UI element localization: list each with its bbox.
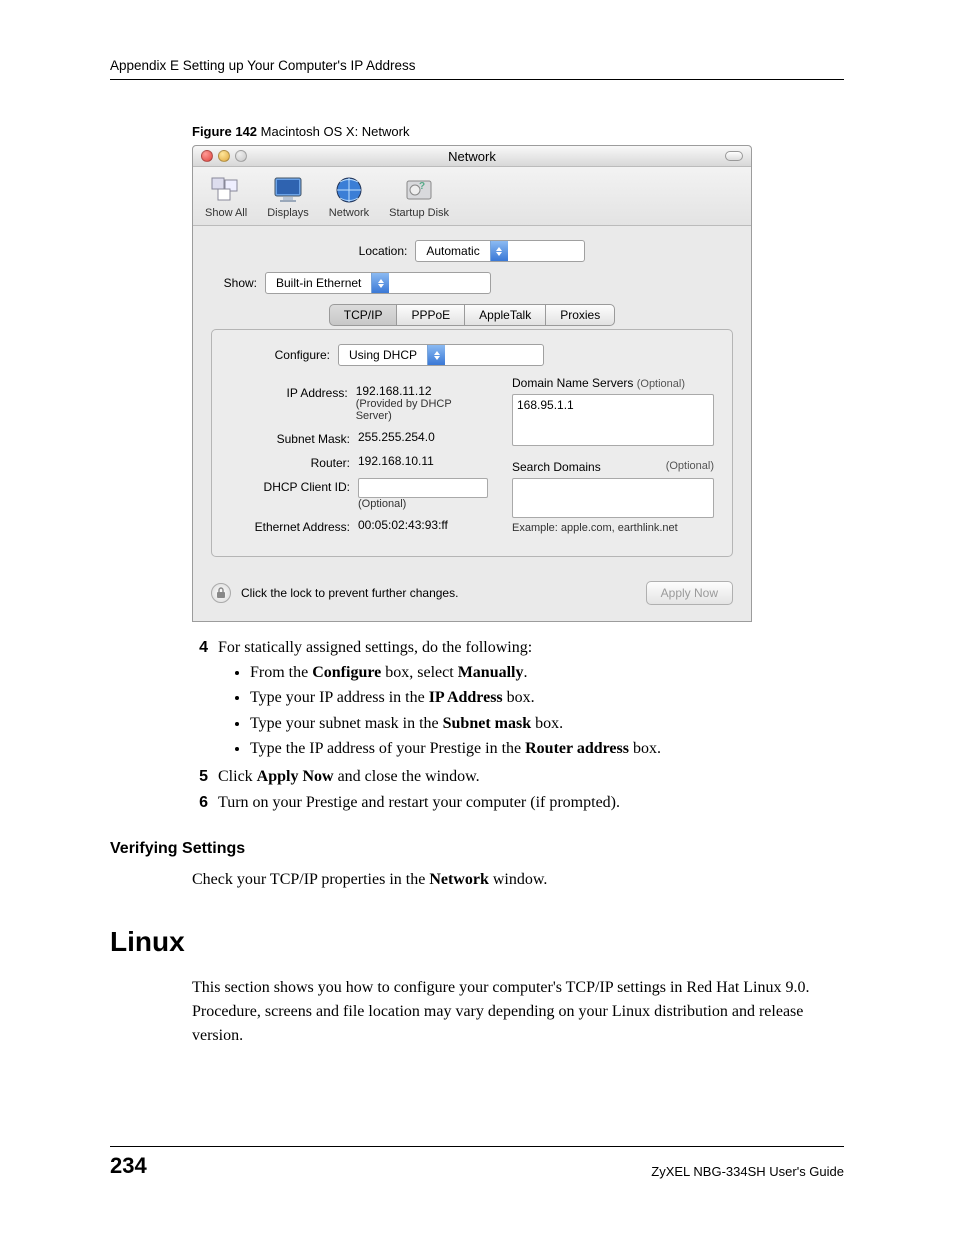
bullet-item: From the Configure box, select Manually. <box>250 661 661 684</box>
router-label: Router: <box>230 454 350 470</box>
ip-value: 192.168.11.12 <box>356 384 488 398</box>
toolbar-startup-disk[interactable]: ? Startup Disk <box>389 175 449 219</box>
toolbar-label: Startup Disk <box>389 207 449 219</box>
search-domains-label: Search Domains <box>512 460 601 474</box>
dhcp-client-label: DHCP Client ID: <box>230 478 350 494</box>
svg-text:?: ? <box>419 181 425 192</box>
location-value: Automatic <box>416 244 489 258</box>
location-select[interactable]: Automatic <box>415 240 585 262</box>
left-column: IP Address: 192.168.11.12 (Provided by D… <box>230 376 488 542</box>
bullet-item: Type the IP address of your Prestige in … <box>250 737 661 760</box>
show-value: Built-in Ethernet <box>266 276 371 290</box>
toolbar-displays[interactable]: Displays <box>267 175 309 219</box>
tab-appletalk[interactable]: AppleTalk <box>464 304 545 326</box>
dropdown-arrow-icon <box>427 345 445 365</box>
step-number: 6 <box>192 791 208 814</box>
page-header: Appendix E Setting up Your Computer's IP… <box>110 58 844 80</box>
step-text: Click Apply Now and close the window. <box>218 765 480 788</box>
step-text: Turn on your Prestige and restart your c… <box>218 791 620 814</box>
toolbar: Show All Displays Network ? Startup Disk <box>193 167 751 226</box>
tab-pppoe[interactable]: PPPoE <box>396 304 464 326</box>
page-number: 234 <box>110 1153 147 1179</box>
startup-disk-icon: ? <box>402 175 436 205</box>
router-value: 192.168.10.11 <box>358 454 434 468</box>
dhcp-client-input[interactable] <box>358 478 488 498</box>
ip-label: IP Address: <box>230 384 348 400</box>
guide-name: ZyXEL NBG-334SH User's Guide <box>651 1164 844 1179</box>
location-label: Location: <box>359 244 408 258</box>
lock-text: Click the lock to prevent further change… <box>241 586 458 600</box>
displays-icon <box>271 175 305 205</box>
toolbar-label: Displays <box>267 207 309 219</box>
step-number: 4 <box>192 636 208 762</box>
subnet-value: 255.255.254.0 <box>358 430 435 444</box>
verifying-text: Check your TCP/IP properties in the Netw… <box>192 868 844 892</box>
window-titlebar: Network <box>193 146 751 167</box>
dropdown-arrow-icon <box>371 273 389 293</box>
right-column: Domain Name Servers (Optional) 168.95.1.… <box>512 376 714 542</box>
instruction-steps: 4 For statically assigned settings, do t… <box>192 636 844 814</box>
toolbar-show-all[interactable]: Show All <box>205 175 247 219</box>
page-footer: 234 ZyXEL NBG-334SH User's Guide <box>110 1146 844 1179</box>
toolbar-label: Network <box>329 207 369 219</box>
bullet-item: Type your IP address in the IP Address b… <box>250 686 661 709</box>
show-select[interactable]: Built-in Ethernet <box>265 272 491 294</box>
configure-label: Configure: <box>230 348 330 362</box>
subnet-label: Subnet Mask: <box>230 430 350 446</box>
linux-paragraph: This section shows you how to configure … <box>192 976 844 1048</box>
configure-select[interactable]: Using DHCP <box>338 344 544 366</box>
figure-number: Figure 142 <box>192 124 257 139</box>
ethernet-label: Ethernet Address: <box>230 518 350 534</box>
dropdown-arrow-icon <box>490 241 508 261</box>
show-all-icon <box>209 175 243 205</box>
figure-caption: Figure 142 Macintosh OS X: Network <box>192 124 844 139</box>
apply-now-button[interactable]: Apply Now <box>646 581 733 605</box>
bullet-item: Type your subnet mask in the Subnet mask… <box>250 712 661 735</box>
dhcp-client-note: (Optional) <box>358 498 488 510</box>
search-domains-optional: (Optional) <box>666 460 714 474</box>
step-number: 5 <box>192 765 208 788</box>
window-title: Network <box>193 149 751 164</box>
toolbar-network[interactable]: Network <box>329 175 369 219</box>
step-text: For statically assigned settings, do the… <box>218 639 532 656</box>
window-footer: Click the lock to prevent further change… <box>193 567 751 621</box>
tab-tcpip[interactable]: TCP/IP <box>329 304 397 326</box>
toolbar-label: Show All <box>205 207 247 219</box>
tcpip-panel: Configure: Using DHCP IP Address: 192.16… <box>211 329 733 557</box>
linux-heading: Linux <box>110 926 844 958</box>
window-content: Location: Automatic Show: Built-in Ether… <box>193 226 751 567</box>
tab-proxies[interactable]: Proxies <box>545 304 615 326</box>
figure-title: Macintosh OS X: Network <box>257 124 409 139</box>
show-label: Show: <box>217 276 257 290</box>
search-domains-example: Example: apple.com, earthlink.net <box>512 522 714 534</box>
network-icon <box>332 175 366 205</box>
lock-icon[interactable] <box>211 583 231 603</box>
ethernet-value: 00:05:02:43:93:ff <box>358 518 448 532</box>
dns-label: Domain Name Servers <box>512 376 633 390</box>
dns-input[interactable]: 168.95.1.1 <box>512 394 714 446</box>
verifying-heading: Verifying Settings <box>110 840 844 858</box>
configure-value: Using DHCP <box>339 348 427 362</box>
tabs: TCP/IP PPPoE AppleTalk Proxies <box>211 304 733 326</box>
ip-note: (Provided by DHCP Server) <box>356 398 488 422</box>
mac-network-window: Network Show All Displays Network ? St <box>192 145 752 622</box>
search-domains-input[interactable] <box>512 478 714 518</box>
dns-optional: (Optional) <box>637 378 685 390</box>
